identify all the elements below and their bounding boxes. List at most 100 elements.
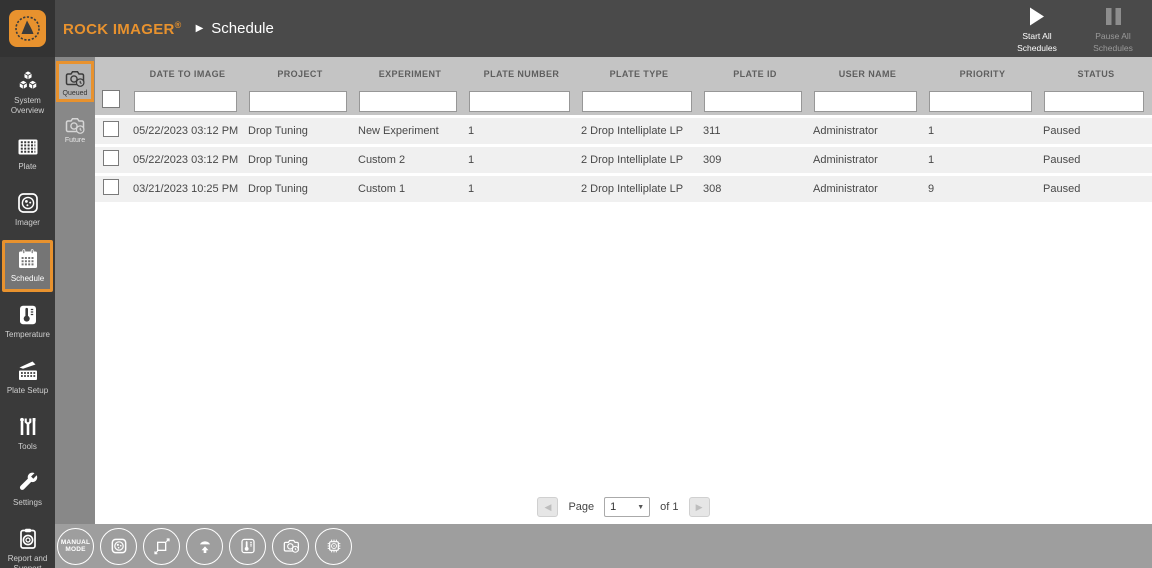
column-header-user-name[interactable]: USER NAME xyxy=(810,59,925,87)
filter-row xyxy=(95,87,1152,115)
column-header-project[interactable]: PROJECT xyxy=(245,59,355,87)
column-header-plate-id[interactable]: PLATE ID xyxy=(700,59,810,87)
temperature-gauge-icon xyxy=(240,538,255,554)
column-header-priority[interactable]: PRIORITY xyxy=(925,59,1040,87)
manual-mode-label: MANUAL MODE xyxy=(60,538,91,553)
queued-camera-icon xyxy=(65,71,85,87)
sidebar-item-label: System Overview xyxy=(10,96,45,115)
settings-wrench-icon xyxy=(19,472,37,490)
row-checkbox[interactable] xyxy=(103,178,119,195)
system-chip-button[interactable] xyxy=(315,527,352,565)
cell-user-name: Administrator xyxy=(813,125,878,137)
sidebar-item-plate-setup[interactable]: Plate Setup xyxy=(2,352,53,404)
cell-status: Paused xyxy=(1043,183,1081,195)
next-page-icon: ▶ xyxy=(695,501,703,512)
camera-schedule-button[interactable] xyxy=(272,527,309,565)
main-sidebar: System Overview Plate Imager Schedule Te… xyxy=(0,0,55,568)
tab-future-label: Future xyxy=(64,137,86,144)
sidebar-item-label: Temperature xyxy=(5,330,50,339)
column-header-plate-type[interactable]: PLATE TYPE xyxy=(578,59,700,87)
column-header-status[interactable]: STATUS xyxy=(1040,59,1152,87)
filter-input-user-name[interactable] xyxy=(814,90,917,112)
cell-user-name: Administrator xyxy=(813,154,878,166)
sidebar-item-system-overview[interactable]: System Overview xyxy=(2,62,53,124)
schedule-calendar-icon xyxy=(18,249,37,268)
cell-plate-id: 308 xyxy=(703,183,722,195)
next-page-button[interactable]: ▶ xyxy=(688,497,710,517)
page-label: Page xyxy=(568,501,595,513)
filter-input-priority[interactable] xyxy=(929,90,1032,112)
column-header-date-to-image[interactable]: DATE TO IMAGE xyxy=(130,59,245,87)
column-label-row: DATE TO IMAGE PROJECT EXPERIMENT PLATE N… xyxy=(95,59,1152,87)
table-row[interactable]: 05/22/2023 03:12 PM Drop Tuning New Expe… xyxy=(95,118,1152,144)
temperature-thermometer-icon xyxy=(19,305,36,325)
table-body: 05/22/2023 03:12 PM Drop Tuning New Expe… xyxy=(95,115,1152,202)
filter-input-plate-type[interactable] xyxy=(582,90,692,112)
manual-mode-button[interactable]: MANUAL MODE xyxy=(57,527,94,565)
sidebar-item-settings[interactable]: Settings xyxy=(2,464,53,516)
sidebar-item-schedule[interactable]: Schedule xyxy=(2,240,53,292)
cell-date-to-image: 03/21/2023 10:25 PM xyxy=(133,183,239,195)
column-header-experiment[interactable]: EXPERIMENT xyxy=(355,59,465,87)
page-count-label: of 1 xyxy=(660,501,679,513)
cell-plate-type: 2 Drop Intelliplate LP xyxy=(581,125,684,137)
page-select[interactable]: 1 ▼ xyxy=(604,497,651,517)
table-row[interactable]: 03/21/2023 10:25 PM Drop Tuning Custom 1… xyxy=(95,176,1152,202)
tab-queued[interactable]: Queued xyxy=(56,61,94,102)
rock-imager-logo-icon xyxy=(9,10,46,47)
cell-project: Drop Tuning xyxy=(248,125,308,137)
page-title: Schedule xyxy=(211,20,274,37)
schedule-table-panel: DATE TO IMAGE PROJECT EXPERIMENT PLATE N… xyxy=(95,57,1152,524)
plate-view-button[interactable] xyxy=(100,527,137,565)
temperature-control-button[interactable] xyxy=(229,527,266,565)
filter-input-plate-number[interactable] xyxy=(469,90,570,112)
sidebar-item-imager[interactable]: Imager xyxy=(2,184,53,236)
row-checkbox[interactable] xyxy=(103,120,119,137)
plate-grid-icon xyxy=(18,139,37,155)
queue-tab-bar: Queued Future xyxy=(55,57,95,524)
start-all-schedules-label: Start All Schedules xyxy=(1017,31,1057,53)
start-all-schedules-button[interactable]: Start All Schedules xyxy=(1006,3,1068,53)
table-row[interactable]: 05/22/2023 03:12 PM Drop Tuning Custom 2… xyxy=(95,147,1152,173)
sidebar-item-report-and-support[interactable]: Report and Support xyxy=(2,520,53,568)
column-header-plate-number[interactable]: PLATE NUMBER xyxy=(465,59,578,87)
cell-status: Paused xyxy=(1043,125,1081,137)
sidebar-item-label: Tools xyxy=(18,442,37,451)
move-stage-button[interactable] xyxy=(143,527,180,565)
row-checkbox[interactable] xyxy=(103,149,119,166)
sidebar-item-tools[interactable]: Tools xyxy=(2,408,53,460)
cell-status: Paused xyxy=(1043,154,1081,166)
cell-experiment: New Experiment xyxy=(358,125,439,137)
load-eject-button[interactable] xyxy=(186,527,223,565)
camera-schedule-icon xyxy=(283,539,299,553)
system-chip-icon xyxy=(327,539,340,553)
sidebar-item-plate[interactable]: Plate xyxy=(2,128,53,180)
prev-page-button[interactable]: ◀ xyxy=(537,497,559,517)
filter-input-experiment[interactable] xyxy=(359,90,457,112)
sidebar-item-label: Report and Support xyxy=(7,554,48,568)
chevron-down-icon: ▼ xyxy=(637,503,645,511)
sidebar-item-label: Plate Setup xyxy=(6,386,49,395)
rock-imager-app: System Overview Plate Imager Schedule Te… xyxy=(0,0,1152,568)
filter-input-date-to-image[interactable] xyxy=(134,90,237,112)
cell-experiment: Custom 2 xyxy=(358,154,406,166)
cell-plate-id: 309 xyxy=(703,154,722,166)
move-stage-icon xyxy=(153,538,170,555)
filter-input-status[interactable] xyxy=(1044,90,1144,112)
select-all-checkbox[interactable] xyxy=(102,89,120,108)
manual-control-toolbar: MANUAL MODE xyxy=(55,524,1152,568)
pause-all-schedules-button[interactable]: Pause All Schedules xyxy=(1082,3,1144,53)
cell-priority: 1 xyxy=(928,125,935,137)
load-eject-icon xyxy=(199,541,210,553)
filter-input-plate-id[interactable] xyxy=(704,90,802,112)
cell-project: Drop Tuning xyxy=(248,154,308,166)
play-icon xyxy=(1029,3,1045,29)
table-header: DATE TO IMAGE PROJECT EXPERIMENT PLATE N… xyxy=(95,57,1152,115)
logo-container[interactable] xyxy=(0,0,55,57)
tab-future[interactable]: Future xyxy=(56,108,94,149)
sidebar-item-temperature[interactable]: Temperature xyxy=(2,296,53,348)
cell-date-to-image: 05/22/2023 03:12 PM xyxy=(133,125,239,137)
filter-input-project[interactable] xyxy=(249,90,347,112)
system-overview-cubes-icon xyxy=(18,70,37,90)
pause-icon xyxy=(1105,3,1121,29)
